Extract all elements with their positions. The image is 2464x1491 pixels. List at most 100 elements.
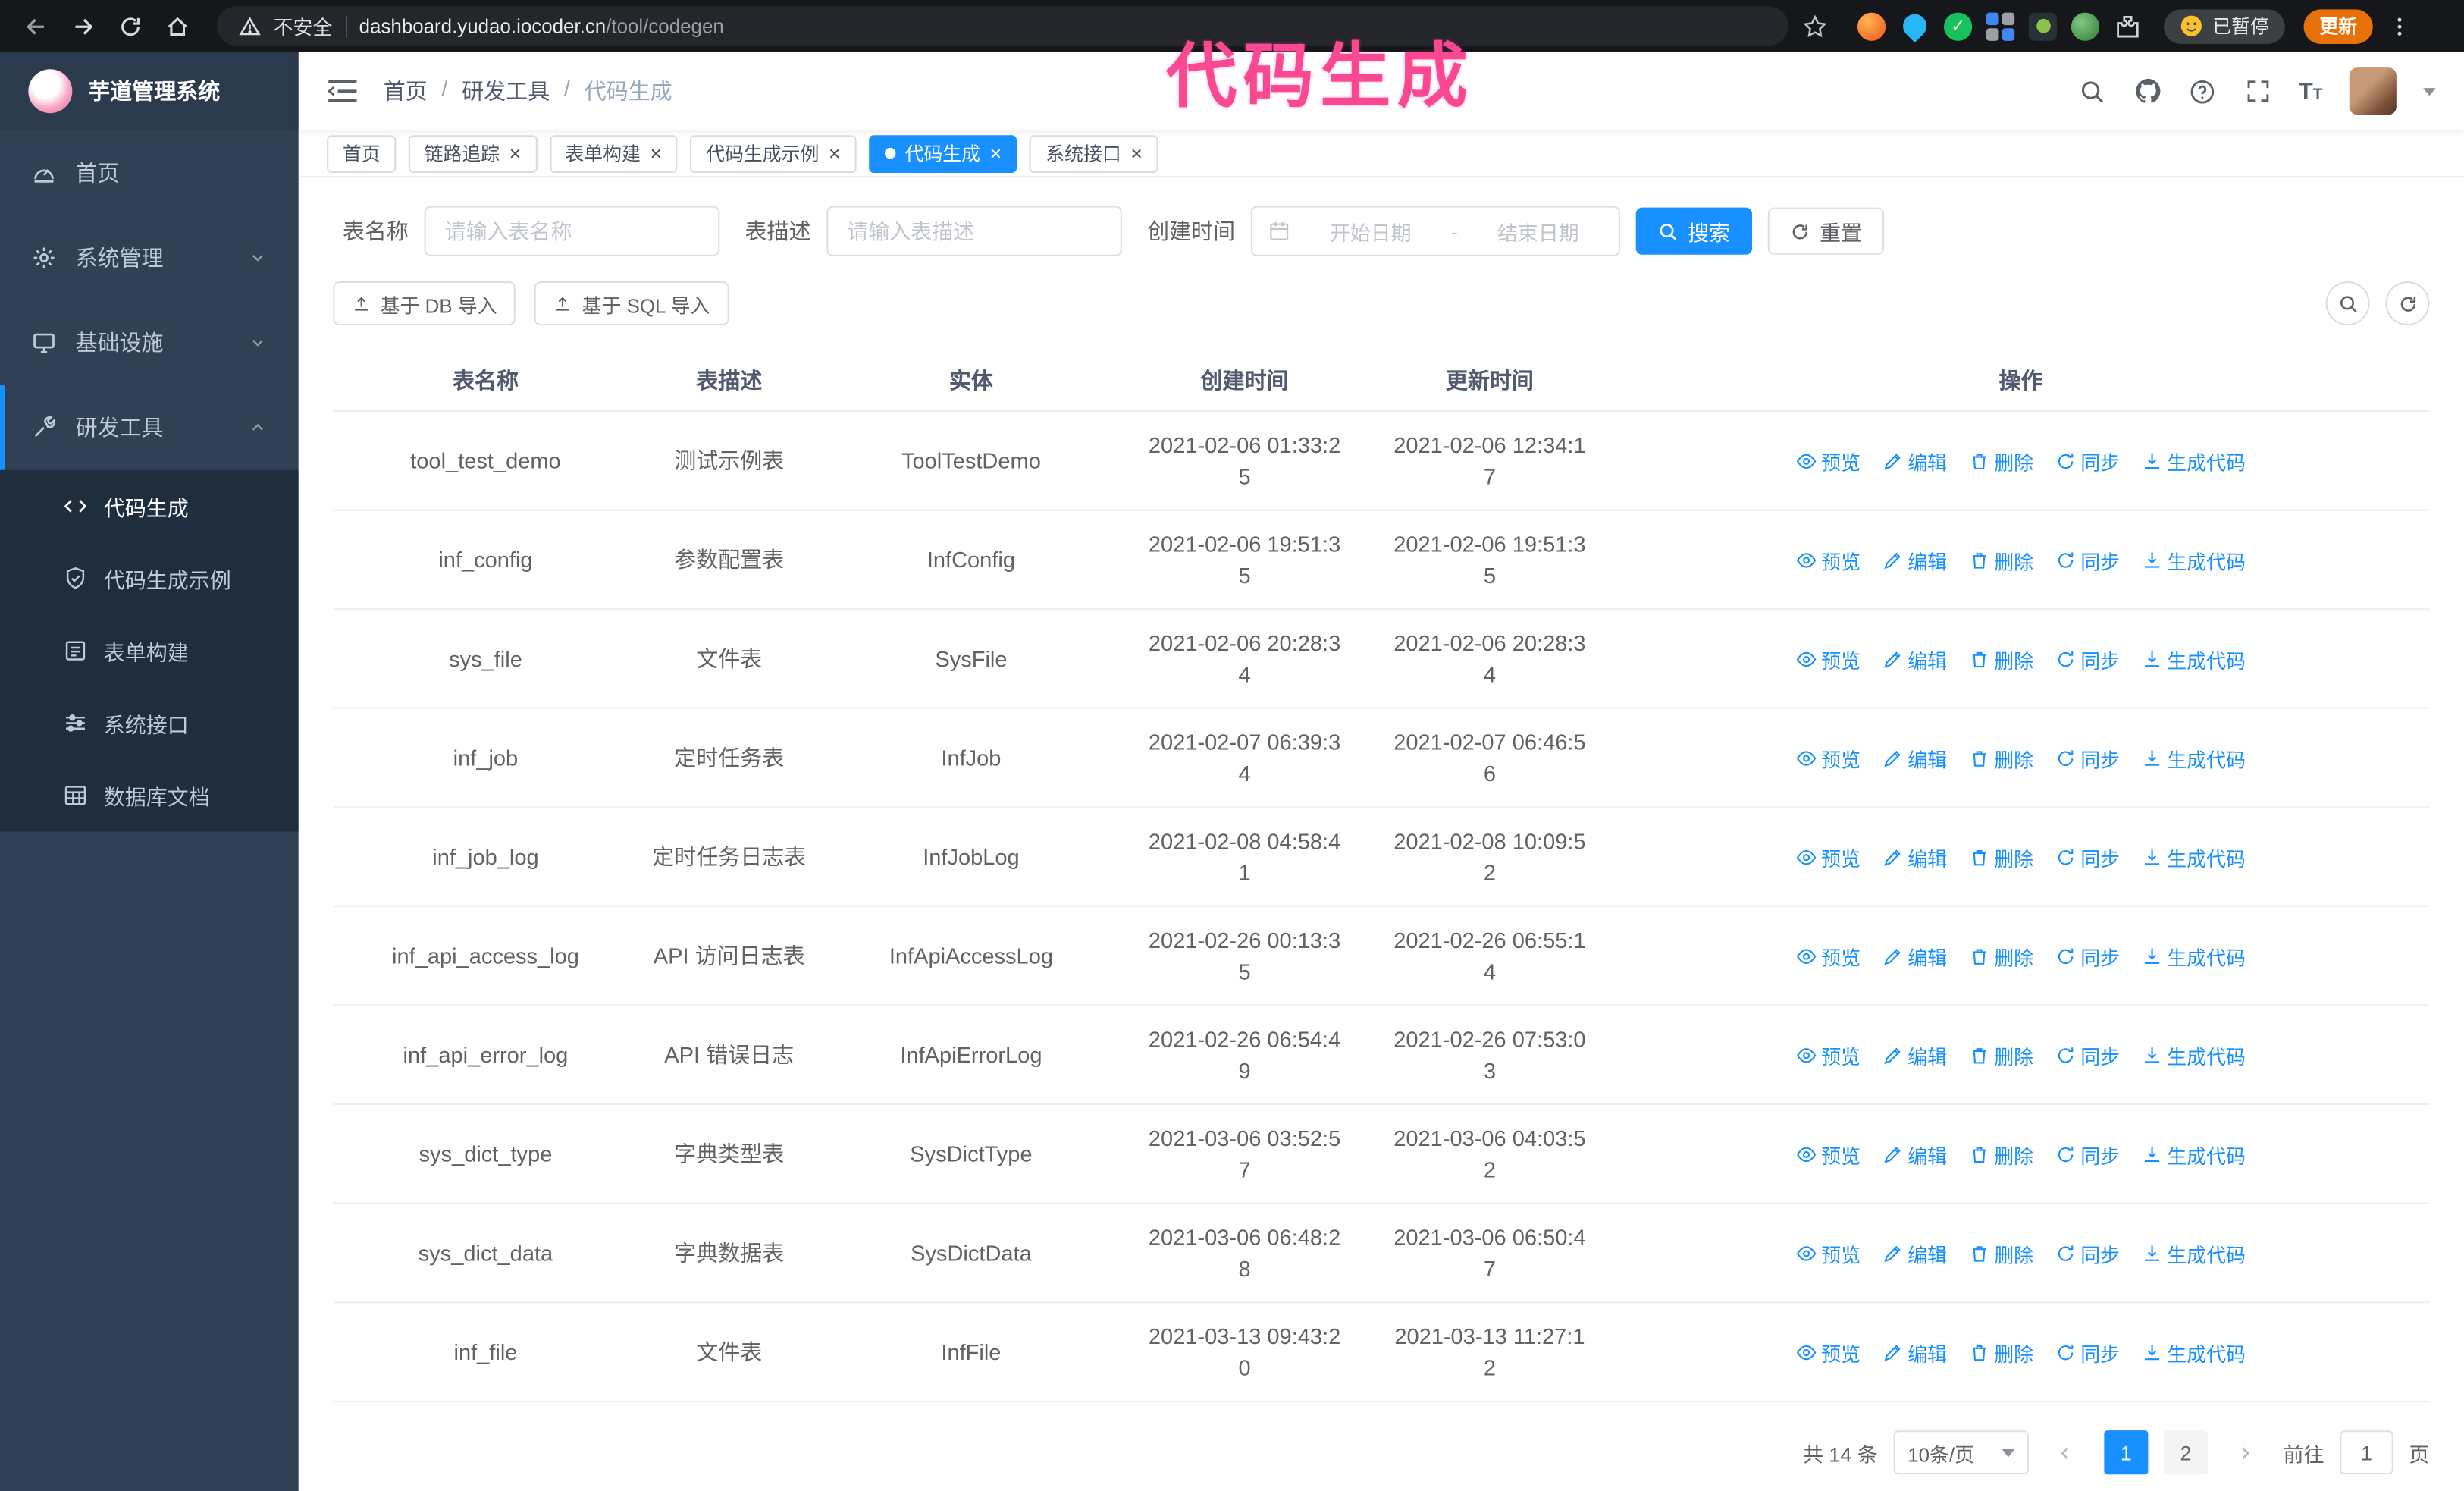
generate-code-link[interactable]: 生成代码 [2142, 446, 2246, 476]
user-avatar[interactable] [2349, 67, 2397, 115]
preview-link[interactable]: 预览 [1796, 1337, 1861, 1367]
generate-code-link[interactable]: 生成代码 [2142, 1040, 2246, 1069]
edit-link[interactable]: 编辑 [1882, 1337, 1947, 1367]
next-page-button[interactable] [2224, 1430, 2268, 1474]
generate-code-link[interactable]: 生成代码 [2142, 742, 2246, 772]
profile-paused-badge[interactable]: 已暂停 [2164, 8, 2285, 43]
goto-page-input[interactable] [2340, 1430, 2393, 1475]
edit-link[interactable]: 编辑 [1882, 545, 1947, 574]
sidebar-logo[interactable]: 芋道管理系统 [0, 52, 299, 131]
extension-coin-icon[interactable] [2028, 11, 2058, 40]
tab-codegen-example[interactable]: 代码生成示例 × [690, 134, 857, 172]
generate-code-link[interactable]: 生成代码 [2142, 1238, 2246, 1267]
user-menu-caret-icon[interactable] [2423, 87, 2436, 96]
page-size-select[interactable]: 10条/页 [1893, 1430, 2029, 1475]
edit-link[interactable]: 编辑 [1882, 1238, 1947, 1267]
tab-home[interactable]: 首页 [327, 134, 397, 172]
edit-link[interactable]: 编辑 [1882, 1139, 1947, 1169]
address-bar[interactable]: 不安全 dashboard.yudao.iocoder.cn/tool/code… [217, 6, 1788, 46]
extension-drop-icon[interactable] [1898, 9, 1932, 43]
generate-code-link[interactable]: 生成代码 [2142, 1337, 2246, 1367]
extension-grid-icon[interactable] [1986, 11, 2015, 40]
delete-link[interactable]: 删除 [1969, 1238, 2033, 1267]
edit-link[interactable]: 编辑 [1882, 941, 1947, 971]
reset-button[interactable]: 重置 [1767, 207, 1885, 255]
delete-link[interactable]: 删除 [1969, 941, 2033, 971]
fullscreen-icon[interactable] [2243, 77, 2271, 105]
sync-link[interactable]: 同步 [2055, 1337, 2120, 1367]
delete-link[interactable]: 删除 [1969, 1337, 2033, 1367]
import-sql-button[interactable]: 基于 SQL 导入 [534, 281, 729, 326]
browser-menu-kebab-icon[interactable] [2379, 5, 2420, 46]
sync-link[interactable]: 同步 [2055, 742, 2120, 772]
header-search-icon[interactable] [2079, 77, 2107, 105]
breadcrumb-home[interactable]: 首页 [384, 75, 428, 106]
delete-link[interactable]: 删除 [1969, 742, 2033, 772]
edit-link[interactable]: 编辑 [1882, 1040, 1947, 1069]
tab-api[interactable]: 系统接口 × [1030, 134, 1158, 172]
sync-link[interactable]: 同步 [2055, 842, 2120, 871]
sync-link[interactable]: 同步 [2055, 941, 2120, 971]
edit-link[interactable]: 编辑 [1882, 842, 1947, 871]
font-size-icon[interactable]: TT [2299, 78, 2323, 105]
search-button[interactable]: 搜索 [1635, 207, 1753, 255]
preview-link[interactable]: 预览 [1796, 1040, 1861, 1069]
date-range-picker[interactable]: 开始日期 - 结束日期 [1250, 206, 1620, 256]
sidebar-item-db-doc[interactable]: 数据库文档 [0, 759, 299, 831]
browser-home-icon[interactable] [157, 5, 198, 46]
sidebar-item-form-builder[interactable]: 表单构建 [0, 614, 299, 686]
breadcrumb-devtools[interactable]: 研发工具 [462, 75, 550, 106]
generate-code-link[interactable]: 生成代码 [2142, 842, 2246, 871]
sidebar-item-devtools[interactable]: 研发工具 [0, 385, 299, 470]
browser-reload-icon[interactable] [110, 5, 151, 46]
delete-link[interactable]: 删除 [1969, 545, 2033, 574]
table-desc-input[interactable] [826, 206, 1122, 256]
browser-back-icon[interactable] [16, 5, 57, 46]
close-icon[interactable]: × [1130, 143, 1143, 164]
preview-link[interactable]: 预览 [1796, 446, 1861, 476]
browser-update-button[interactable]: 更新 [2303, 8, 2373, 43]
tab-codegen[interactable]: 代码生成 × [868, 134, 1017, 172]
close-icon[interactable]: × [509, 143, 522, 164]
sidebar-item-system[interactable]: 系统管理 [0, 215, 299, 300]
sync-link[interactable]: 同步 [2055, 1139, 2120, 1169]
generate-code-link[interactable]: 生成代码 [2142, 941, 2246, 971]
preview-link[interactable]: 预览 [1796, 1139, 1861, 1169]
github-icon[interactable] [2133, 77, 2161, 105]
extension-fox-icon[interactable] [1857, 11, 1886, 40]
delete-link[interactable]: 删除 [1969, 644, 2033, 673]
preview-link[interactable]: 预览 [1796, 644, 1861, 673]
extension-leaf-icon[interactable] [2071, 11, 2100, 40]
preview-link[interactable]: 预览 [1796, 1238, 1861, 1267]
close-icon[interactable]: × [650, 143, 662, 164]
sidebar-item-infra[interactable]: 基础设施 [0, 300, 299, 385]
table-name-input[interactable] [424, 206, 720, 256]
sidebar-item-home[interactable]: 首页 [0, 130, 299, 215]
delete-link[interactable]: 删除 [1969, 446, 2033, 476]
close-icon[interactable]: × [990, 143, 1002, 164]
bookmark-star-icon[interactable] [1795, 5, 1835, 46]
prev-page-button[interactable] [2045, 1430, 2089, 1474]
sync-link[interactable]: 同步 [2055, 446, 2120, 476]
browser-forward-icon[interactable] [63, 5, 104, 46]
generate-code-link[interactable]: 生成代码 [2142, 644, 2246, 673]
preview-link[interactable]: 预览 [1796, 941, 1861, 971]
generate-code-link[interactable]: 生成代码 [2142, 545, 2246, 574]
refresh-table-button[interactable] [2385, 281, 2430, 326]
edit-link[interactable]: 编辑 [1882, 644, 1947, 673]
sidebar-item-codegen-example[interactable]: 代码生成示例 [0, 542, 299, 614]
delete-link[interactable]: 删除 [1969, 1139, 2033, 1169]
sidebar-item-codegen[interactable]: 代码生成 [0, 470, 299, 542]
delete-link[interactable]: 删除 [1969, 842, 2033, 871]
delete-link[interactable]: 删除 [1969, 1040, 2033, 1069]
page-button-1[interactable]: 1 [2104, 1430, 2149, 1475]
sidebar-item-api[interactable]: 系统接口 [0, 687, 299, 759]
close-icon[interactable]: × [829, 143, 841, 164]
page-button-2[interactable]: 2 [2164, 1430, 2209, 1475]
sync-link[interactable]: 同步 [2055, 1238, 2120, 1267]
tab-form-builder[interactable]: 表单构建 × [549, 134, 678, 172]
help-icon[interactable] [2189, 77, 2217, 105]
extension-check-icon[interactable]: ✓ [1943, 11, 1973, 40]
edit-link[interactable]: 编辑 [1882, 446, 1947, 476]
sidebar-collapse-icon[interactable] [327, 79, 358, 104]
